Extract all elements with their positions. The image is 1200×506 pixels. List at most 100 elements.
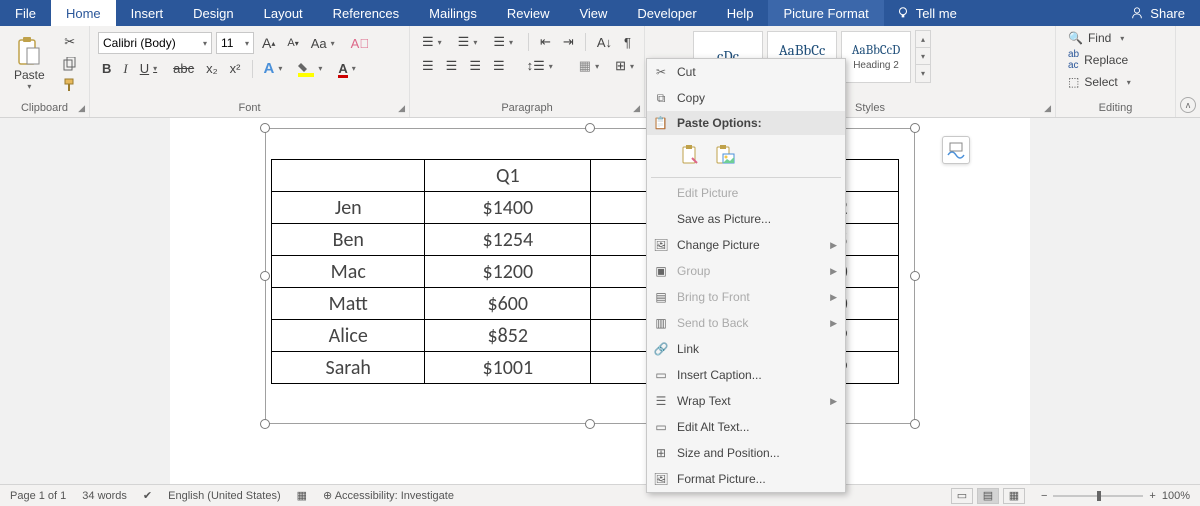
paragraph-launcher[interactable]: ◢ [631, 102, 642, 115]
macro-icon[interactable]: ▦ [297, 489, 307, 502]
ctx-change-picture[interactable]: 🖼Change Picture▶ [647, 232, 845, 258]
ctx-copy[interactable]: ⧉Copy [647, 85, 845, 111]
find-button[interactable]: 🔍 Find▾ [1064, 30, 1167, 46]
ctx-wrap-text[interactable]: ☰Wrap Text▶ [647, 388, 845, 414]
resize-handle-se[interactable] [910, 419, 920, 429]
multilevel-icon: ☰ [493, 34, 505, 50]
status-page[interactable]: Page 1 of 1 [10, 490, 66, 502]
view-print-layout[interactable]: ▤ [977, 488, 999, 504]
view-read-mode[interactable]: ▭ [951, 488, 973, 504]
status-language[interactable]: English (United States) [168, 490, 281, 502]
style-item-heading2[interactable]: AaBbCcDHeading 2 [841, 31, 911, 83]
underline-button[interactable]: U▾ [136, 59, 165, 78]
increase-indent-button[interactable]: ⇥ [559, 32, 578, 52]
font-size-input[interactable] [217, 36, 241, 50]
zoom-level[interactable]: 100% [1162, 490, 1190, 502]
collapse-ribbon-button[interactable]: ʌ [1180, 97, 1196, 113]
highlight-button[interactable]: ▾ [294, 59, 330, 79]
resize-handle-e[interactable] [910, 271, 920, 281]
replace-button[interactable]: abac Replace [1064, 48, 1167, 72]
layout-options-button[interactable] [942, 136, 970, 164]
tab-design[interactable]: Design [178, 0, 248, 26]
paste-button[interactable]: Paste ▾ [8, 34, 51, 93]
tell-me-search[interactable]: Tell me [884, 0, 969, 26]
styles-launcher[interactable]: ◢ [1042, 102, 1053, 115]
tab-references[interactable]: References [318, 0, 414, 26]
styles-up-button[interactable]: ▴ [916, 31, 930, 48]
change-case-button[interactable]: Aa▾ [307, 34, 343, 53]
tab-layout[interactable]: Layout [249, 0, 318, 26]
tab-home[interactable]: Home [51, 0, 116, 26]
ctx-edit-alt-text[interactable]: ▭Edit Alt Text... [647, 414, 845, 440]
tab-file[interactable]: File [0, 0, 51, 26]
styles-more-button[interactable]: ▾ [916, 65, 930, 82]
ctx-cut[interactable]: ✂Cut [647, 59, 845, 85]
grow-font-button[interactable]: A▴ [258, 33, 279, 53]
decrease-indent-button[interactable]: ⇤ [536, 32, 555, 52]
font-family-combo[interactable]: ▾ [98, 32, 212, 54]
borders-button[interactable]: ⊞▾ [611, 56, 642, 76]
sort-button[interactable]: A↓ [593, 33, 616, 52]
bold-button[interactable]: B [98, 59, 115, 78]
ctx-size-position[interactable]: ⊞Size and Position... [647, 440, 845, 466]
ctx-edit-picture: Edit Picture [647, 180, 845, 206]
superscript-button[interactable]: x² [226, 59, 245, 78]
zoom-out-button[interactable]: − [1041, 490, 1047, 502]
text-effects-button[interactable]: A▾ [260, 58, 291, 79]
resize-handle-s[interactable] [585, 419, 595, 429]
ctx-save-as-picture[interactable]: Save as Picture... [647, 206, 845, 232]
spell-check-icon[interactable]: ✔ [143, 489, 152, 502]
justify-button[interactable]: ☰ [489, 56, 509, 76]
zoom-in-button[interactable]: + [1149, 490, 1155, 502]
tab-review[interactable]: Review [492, 0, 565, 26]
paste-picture-button[interactable] [711, 141, 739, 169]
ctx-insert-caption[interactable]: ▭Insert Caption... [647, 362, 845, 388]
cut-button[interactable]: ✂ [59, 32, 81, 52]
line-spacing-button[interactable]: ↕☰▾ [523, 56, 561, 76]
zoom-slider[interactable] [1053, 495, 1143, 497]
tab-view[interactable]: View [564, 0, 622, 26]
document-page[interactable]: Q1 Q2 Q4 Jen$1400$84659722 Ben$1254$2354… [170, 118, 1030, 484]
tab-mailings[interactable]: Mailings [414, 0, 492, 26]
select-button[interactable]: ⬚ Select▾ [1064, 74, 1167, 90]
copy-button[interactable] [59, 55, 81, 73]
ctx-link[interactable]: 🔗Link [647, 336, 845, 362]
resize-handle-n[interactable] [585, 123, 595, 133]
paste-keep-source-button[interactable] [677, 141, 705, 169]
zoom-thumb[interactable] [1097, 491, 1101, 501]
resize-handle-ne[interactable] [910, 123, 920, 133]
align-right-button[interactable]: ☰ [465, 56, 485, 76]
editing-group-label: Editing [1064, 99, 1167, 115]
resize-handle-nw[interactable] [260, 123, 270, 133]
font-family-input[interactable] [99, 36, 199, 50]
shrink-font-button[interactable]: A▾ [283, 35, 302, 51]
status-accessibility[interactable]: ⊕ Accessibility: Investigate [323, 489, 454, 502]
strikethrough-button[interactable]: abc [169, 59, 198, 78]
align-left-button[interactable]: ☰ [418, 56, 438, 76]
show-marks-button[interactable]: ¶ [620, 33, 635, 52]
multilevel-button[interactable]: ☰▾ [489, 32, 521, 52]
tab-help[interactable]: Help [712, 0, 769, 26]
numbering-button[interactable]: ☰▾ [454, 32, 486, 52]
clear-formatting-button[interactable]: A⃠ [347, 34, 373, 53]
font-color-button[interactable]: A▾ [334, 59, 363, 78]
align-center-button[interactable]: ☰ [442, 56, 462, 76]
status-word-count[interactable]: 34 words [82, 490, 127, 502]
shading-button[interactable]: ▦▾ [575, 56, 607, 76]
font-size-combo[interactable]: ▾ [216, 32, 254, 54]
view-web-layout[interactable]: ▦ [1003, 488, 1025, 504]
styles-down-button[interactable]: ▾ [916, 48, 930, 65]
font-launcher[interactable]: ◢ [396, 102, 407, 115]
share-button[interactable]: Share [1115, 0, 1200, 26]
tab-picture-format[interactable]: Picture Format [768, 0, 883, 26]
clipboard-launcher[interactable]: ◢ [76, 102, 87, 115]
italic-button[interactable]: I [119, 59, 131, 79]
ctx-format-picture[interactable]: 🖼Format Picture... [647, 466, 845, 492]
bullets-button[interactable]: ☰▾ [418, 32, 450, 52]
subscript-button[interactable]: x₂ [202, 59, 222, 78]
tab-insert[interactable]: Insert [116, 0, 179, 26]
format-painter-button[interactable] [59, 76, 81, 94]
resize-handle-w[interactable] [260, 271, 270, 281]
tab-developer[interactable]: Developer [622, 0, 711, 26]
resize-handle-sw[interactable] [260, 419, 270, 429]
